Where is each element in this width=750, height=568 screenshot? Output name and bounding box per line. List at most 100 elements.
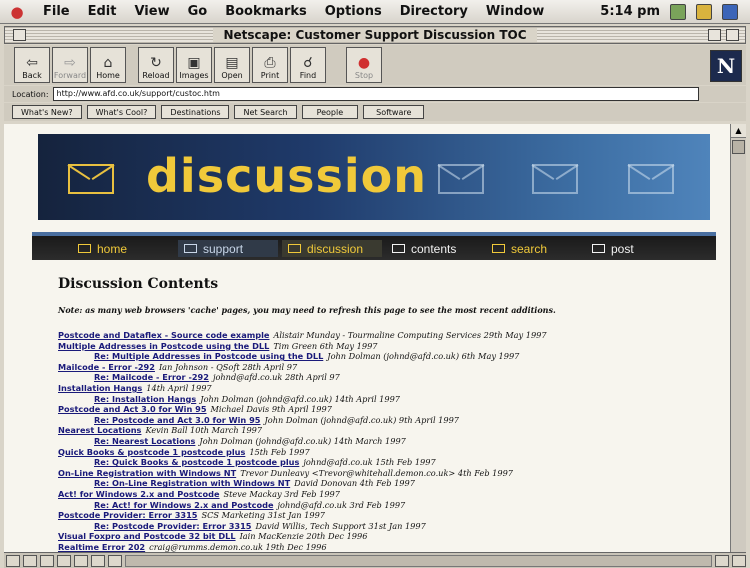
stop-button[interactable]: ● Stop: [346, 47, 382, 83]
menu-edit[interactable]: Edit: [79, 4, 126, 19]
thread-link[interactable]: Mailcode - Error -292: [58, 362, 155, 372]
menu-clock: 5:14 pm: [600, 4, 660, 19]
menu-file[interactable]: File: [34, 4, 79, 19]
post-meta: johnd@afd.co.uk 28th April 97: [212, 372, 340, 383]
reply-link[interactable]: Re: Nearest Locations: [94, 436, 195, 446]
envelope-icon: [288, 244, 301, 253]
menu-go[interactable]: Go: [179, 4, 217, 19]
menu-options[interactable]: Options: [316, 4, 391, 19]
apple-menu-icon[interactable]: ●: [0, 3, 34, 21]
nav-support[interactable]: support: [178, 240, 278, 257]
nav-search[interactable]: search: [486, 240, 586, 257]
scroll-thumb[interactable]: [732, 140, 745, 154]
software-button[interactable]: Software: [363, 105, 425, 119]
reply-link[interactable]: Re: On-Line Registration with Windows NT: [94, 478, 290, 488]
destinations-button[interactable]: Destinations: [161, 105, 230, 119]
question-icon[interactable]: [732, 554, 746, 567]
reply-link[interactable]: Re: Multiple Addresses in Postcode using…: [94, 351, 323, 361]
reload-button[interactable]: ↻ Reload: [138, 47, 174, 83]
print-status-icon[interactable]: [108, 554, 122, 567]
application-icon[interactable]: [722, 3, 738, 20]
thread-link[interactable]: Act! for Windows 2.x and Postcode: [58, 489, 220, 499]
location-bar: Location: http://www.afd.co.uk/support/c…: [4, 86, 746, 102]
thread-item: Realtime Error 202 craig@rumms.demon.co.u…: [58, 542, 718, 552]
nav-post[interactable]: post: [586, 240, 678, 257]
zoom-box-icon[interactable]: [708, 29, 721, 41]
thread-link[interactable]: Visual Foxpro and Postcode 32 bit DLL: [58, 531, 236, 541]
people-button[interactable]: People: [301, 105, 359, 119]
thread-link[interactable]: Postcode and Act 3.0 for Win 95: [58, 404, 207, 414]
menu-directory[interactable]: Directory: [391, 4, 477, 19]
thread-link[interactable]: Nearest Locations: [58, 425, 141, 435]
reply-link[interactable]: Re: Installation Hangs: [94, 394, 196, 404]
post-meta: Trevor Dunleavy <Trevor@whitehall.demon.…: [240, 467, 514, 478]
thread-link[interactable]: Multiple Addresses in Postcode using the…: [58, 341, 269, 351]
post-meta: John Dolman (johnd@afd.co.uk) 14th March…: [199, 435, 406, 446]
home-label: Home: [96, 71, 120, 80]
nav-contents[interactable]: contents: [386, 240, 486, 257]
page-heading: Discussion Contents: [58, 276, 219, 292]
home-icon: ⌂: [103, 55, 113, 71]
thread-link[interactable]: Realtime Error 202: [58, 542, 145, 552]
find-button[interactable]: ☌ Find: [290, 47, 326, 83]
location-field[interactable]: http://www.afd.co.uk/support/custoc.htm: [52, 87, 699, 101]
reply-item: Re: Postcode Provider: Error 3315 David W…: [58, 521, 718, 532]
menu-window[interactable]: Window: [477, 4, 553, 19]
back-button[interactable]: ⇦ Back: [14, 47, 50, 83]
reply-item: Re: Postcode and Act 3.0 for Win 95 John …: [58, 415, 718, 426]
reply-link[interactable]: Re: Postcode and Act 3.0 for Win 95: [94, 415, 261, 425]
thread-link[interactable]: Quick Books & postcode 1 postcode plus: [58, 447, 245, 457]
app-switcher-icon[interactable]: [670, 3, 686, 20]
images-label: Images: [179, 71, 209, 80]
help-icon[interactable]: [696, 3, 712, 20]
page-icon[interactable]: [23, 554, 37, 567]
open-button[interactable]: ▤ Open: [214, 47, 250, 83]
reply-link[interactable]: Re: Mailcode - Error -292: [94, 372, 209, 382]
thread-item: Multiple Addresses in Postcode using the…: [58, 341, 718, 352]
security-icon[interactable]: [57, 554, 71, 567]
forward-button[interactable]: ⇨ Forward: [52, 47, 88, 83]
mail-icon[interactable]: [715, 554, 729, 567]
component-icon[interactable]: [74, 554, 88, 567]
thread-item: Visual Foxpro and Postcode 32 bit DLL Iai…: [58, 531, 718, 542]
thread-link[interactable]: On-Line Registration with Windows NT: [58, 468, 236, 478]
scroll-up-icon[interactable]: ▲: [731, 124, 746, 138]
reply-link[interactable]: Re: Act! for Windows 2.x and Postcode: [94, 500, 274, 510]
nav-discussion[interactable]: discussion: [282, 240, 382, 257]
find-icon: ☌: [303, 55, 313, 71]
netscape-logo: N: [710, 50, 742, 82]
whats-cool-button[interactable]: What's Cool?: [86, 105, 157, 119]
thread-item: Postcode and Dataflex - Source code exam…: [58, 330, 718, 341]
thread-item: Installation Hangs 14th April 1997: [58, 383, 718, 394]
close-box-icon[interactable]: [13, 29, 26, 41]
reply-item: Re: Act! for Windows 2.x and Postcode joh…: [58, 500, 718, 511]
home-button[interactable]: ⌂ Home: [90, 47, 126, 83]
menu-bookmarks[interactable]: Bookmarks: [216, 4, 316, 19]
post-meta: 14th April 1997: [146, 382, 212, 393]
reply-link[interactable]: Re: Postcode Provider: Error 3315: [94, 521, 252, 531]
folder-icon[interactable]: [40, 554, 54, 567]
mail-status-icon[interactable]: [6, 554, 20, 567]
window-title-bar[interactable]: Netscape: Customer Support Discussion TO…: [4, 26, 746, 44]
envelope-icon: [492, 244, 505, 253]
thread-link[interactable]: Installation Hangs: [58, 383, 142, 393]
open-label: Open: [221, 71, 243, 80]
images-button[interactable]: ▣ Images: [176, 47, 212, 83]
thread-link[interactable]: Postcode and Dataflex - Source code exam…: [58, 330, 269, 340]
forward-label: Forward: [53, 71, 87, 80]
menu-view[interactable]: View: [125, 4, 178, 19]
nav-home-label: home: [97, 241, 128, 256]
print-button[interactable]: ⎙ Print: [252, 47, 288, 83]
reply-link[interactable]: Re: Quick Books & postcode 1 postcode pl…: [94, 457, 299, 467]
net-search-button[interactable]: Net Search: [234, 105, 297, 119]
vertical-scrollbar[interactable]: ▲: [730, 124, 746, 552]
collapse-box-icon[interactable]: [726, 29, 739, 41]
thread-item: Postcode and Act 3.0 for Win 95 Michael D…: [58, 404, 718, 415]
post-meta: Kevin Ball 10th March 1997: [145, 425, 263, 436]
thread-link[interactable]: Postcode Provider: Error 3315: [58, 510, 198, 520]
post-meta: David Donovan 4th Feb 1997: [294, 478, 415, 489]
whats-new-button[interactable]: What's New?: [12, 105, 82, 119]
stop-label: Stop: [354, 71, 374, 80]
nav-home[interactable]: home: [72, 240, 176, 257]
audio-icon[interactable]: [91, 554, 105, 567]
